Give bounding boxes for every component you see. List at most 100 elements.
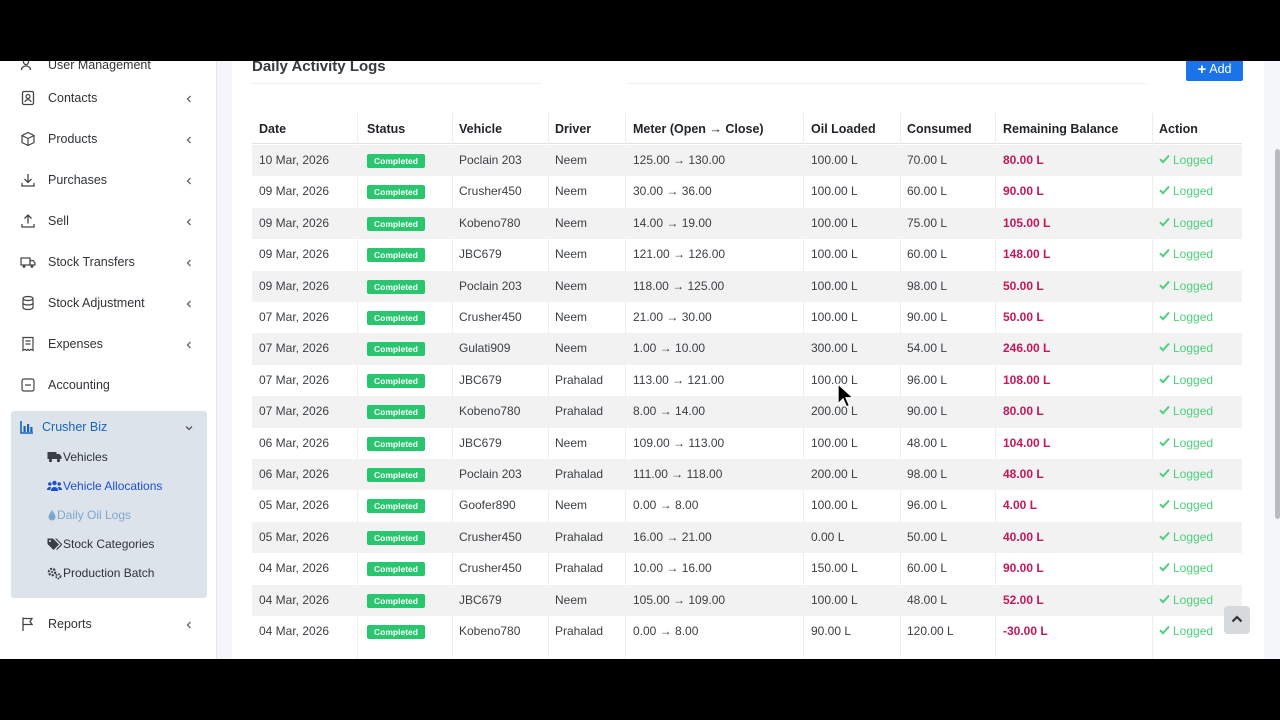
date-cell: 07 Mar, 2026 [259, 310, 330, 324]
logged-status: Logged [1159, 310, 1213, 324]
column-header[interactable]: Driver [555, 122, 591, 136]
column-header[interactable]: Consumed [907, 122, 972, 136]
database-icon [20, 295, 36, 311]
driver-cell: Neem [555, 310, 588, 324]
table-header: Date Status Vehicle Driver Meter (Open → Clo… [252, 113, 1242, 144]
status-badge: Completed [367, 562, 425, 577]
column-header[interactable]: Remaining Balance [1003, 122, 1118, 136]
driver-cell: Prahalad [555, 404, 604, 419]
sidebar-item-label: Stock Adjustment [48, 296, 145, 310]
table-row[interactable]: 05 Mar, 2026 Completed Goofer890 Neem 0.00 →… [252, 490, 1242, 521]
status-badge: Completed [367, 530, 425, 545]
column-header[interactable]: Action [1159, 122, 1198, 136]
sidebar-item-reports[interactable]: Reports [0, 606, 216, 642]
sidebar-item-stock-transfers[interactable]: Stock Transfers [0, 244, 216, 280]
check-icon [1159, 310, 1170, 324]
balance-cell: 4.00 L [1003, 498, 1038, 513]
logged-label: Logged [1173, 184, 1214, 199]
sidebar-item-accounting[interactable]: Accounting [0, 367, 216, 403]
check-icon [1159, 467, 1170, 481]
balance-cell: 40.00 L [1003, 529, 1044, 544]
balance-cell: 50.00 L [1003, 310, 1044, 324]
check-icon [1159, 498, 1170, 512]
sidebar-subitem-production-batch[interactable]: Production Batch [47, 563, 154, 583]
flag-icon [20, 616, 36, 632]
status-badge: Completed [367, 405, 425, 420]
table-row[interactable]: 07 Mar, 2026 Completed Crusher450 Neem 21.00… [252, 302, 1242, 333]
table-row[interactable]: 09 Mar, 2026 Completed Crusher450 Neem 30.00… [252, 176, 1242, 207]
balance-cell: 80.00 L [1003, 153, 1044, 167]
oil-loaded-cell: 100.00 L [811, 310, 858, 324]
sidebar-subitem-label: Daily Oil Logs [57, 508, 132, 522]
sidebar-item-products[interactable]: Products [0, 121, 216, 157]
table-row[interactable]: 04 Mar, 2026 Completed JBC679 Neem 105.00 → … [252, 584, 1242, 616]
status-badge: Completed [367, 373, 425, 388]
sidebar-subitem-stock-categories[interactable]: Stock Categories [47, 534, 154, 554]
vehicle-cell: Crusher450 [459, 310, 522, 324]
consumed-cell: 98.00 L [907, 467, 948, 481]
scrollbar-thumb[interactable] [1275, 149, 1280, 519]
table-row[interactable]: 09 Mar, 2026 Completed JBC679 Neem 121.00 → … [252, 239, 1242, 270]
oil-loaded-cell: 100.00 L [811, 247, 858, 262]
status-badge: Completed [367, 185, 425, 200]
check-icon [1159, 530, 1170, 544]
chevron-down-icon [184, 422, 194, 432]
table-row[interactable]: 10 Mar, 2026 Completed Poclain 203 Neem 125.… [252, 145, 1242, 177]
table-row[interactable]: 06 Mar, 2026 Completed JBC679 Neem 109.00 → … [252, 428, 1242, 459]
table-row[interactable]: 09 Mar, 2026 Completed Kobeno780 Neem 14.00 … [252, 207, 1242, 240]
check-icon [1159, 153, 1170, 167]
consumed-cell: 96.00 L [907, 372, 948, 387]
date-cell: 09 Mar, 2026 [259, 184, 330, 199]
logged-label: Logged [1173, 529, 1214, 544]
table-row[interactable]: 04 Mar, 2026 Completed Kobeno780 Prahalad 0.… [252, 616, 1242, 647]
sidebar-subitem-vehicle-allocations[interactable]: Vehicle Allocations [47, 476, 162, 496]
table-row[interactable]: 07 Mar, 2026 Completed JBC679 Prahalad 113.0… [252, 365, 1242, 396]
logged-status: Logged [1159, 467, 1213, 481]
column-header[interactable]: Vehicle [459, 122, 502, 136]
logged-label: Logged [1173, 153, 1214, 167]
table-row[interactable]: 05 Mar, 2026 Completed Crusher450 Prahalad 1… [252, 521, 1242, 554]
sidebar-item-crusher-biz[interactable]: Crusher Biz [11, 411, 207, 443]
table-row[interactable]: 07 Mar, 2026 Completed Gulati909 Neem 1.00 →… [252, 333, 1242, 365]
column-header[interactable]: Status [367, 122, 405, 136]
sidebar-item-sell[interactable]: Sell [0, 203, 216, 239]
vehicle-cell: Kobeno780 [459, 215, 521, 230]
balance-cell: -30.00 L [1003, 624, 1048, 638]
sidebar-subitem-daily-oil-logs[interactable]: Daily Oil Logs [47, 505, 131, 525]
plus-icon: + [1197, 61, 1207, 78]
meter-cell: 125.00 → 130.00 [633, 153, 726, 167]
sidebar-subitem-vehicles[interactable]: Vehicles [47, 447, 108, 467]
sidebar-item-stock-adjustment[interactable]: Stock Adjustment [0, 285, 216, 321]
table-row[interactable]: 06 Mar, 2026 Completed Poclain 203 Prahalad… [252, 459, 1242, 491]
vehicle-cell: JBC679 [459, 592, 502, 607]
oil-loaded-cell: 100.00 L [811, 215, 858, 230]
table-row[interactable]: 07 Mar, 2026 Completed Kobeno780 Prahalad 8.… [252, 396, 1242, 428]
sidebar-subitem-label: Production Batch [63, 566, 155, 580]
divider [627, 83, 1147, 84]
date-cell: 10 Mar, 2026 [259, 153, 330, 167]
scroll-to-top-button[interactable] [1224, 606, 1250, 634]
column-header[interactable]: Date [259, 122, 286, 136]
vehicle-cell: JBC679 [459, 372, 502, 387]
table-row[interactable]: 04 Mar, 2026 Completed Crusher450 Prahalad 1… [252, 553, 1242, 584]
meter-cell: 105.00 → 109.00 [633, 592, 726, 607]
add-button[interactable]: + Add [1186, 61, 1243, 81]
users-icon [47, 479, 62, 493]
date-cell: 07 Mar, 2026 [259, 404, 330, 419]
sidebar-item-expenses[interactable]: Expenses [0, 326, 216, 362]
table-row[interactable]: 09 Mar, 2026 Completed Poclain 203 Neem 118.… [252, 270, 1242, 302]
column-header[interactable]: Meter (Open → Close) [633, 122, 764, 136]
balance-cell: 50.00 L [1003, 278, 1044, 293]
download-icon [20, 172, 36, 188]
column-header[interactable]: Oil Loaded [811, 122, 876, 136]
sidebar-subitem-label: Stock Categories [63, 537, 155, 551]
sidebar-item-contacts[interactable]: Contacts [0, 80, 216, 116]
consumed-cell: 60.00 L [907, 184, 948, 199]
logged-label: Logged [1173, 310, 1214, 324]
logged-label: Logged [1173, 372, 1214, 387]
truck-icon [20, 254, 36, 270]
sidebar-item-purchases[interactable]: Purchases [0, 162, 216, 198]
logged-label: Logged [1173, 561, 1214, 576]
vehicle-cell: Crusher450 [459, 561, 522, 576]
consumed-cell: 60.00 L [907, 247, 948, 262]
